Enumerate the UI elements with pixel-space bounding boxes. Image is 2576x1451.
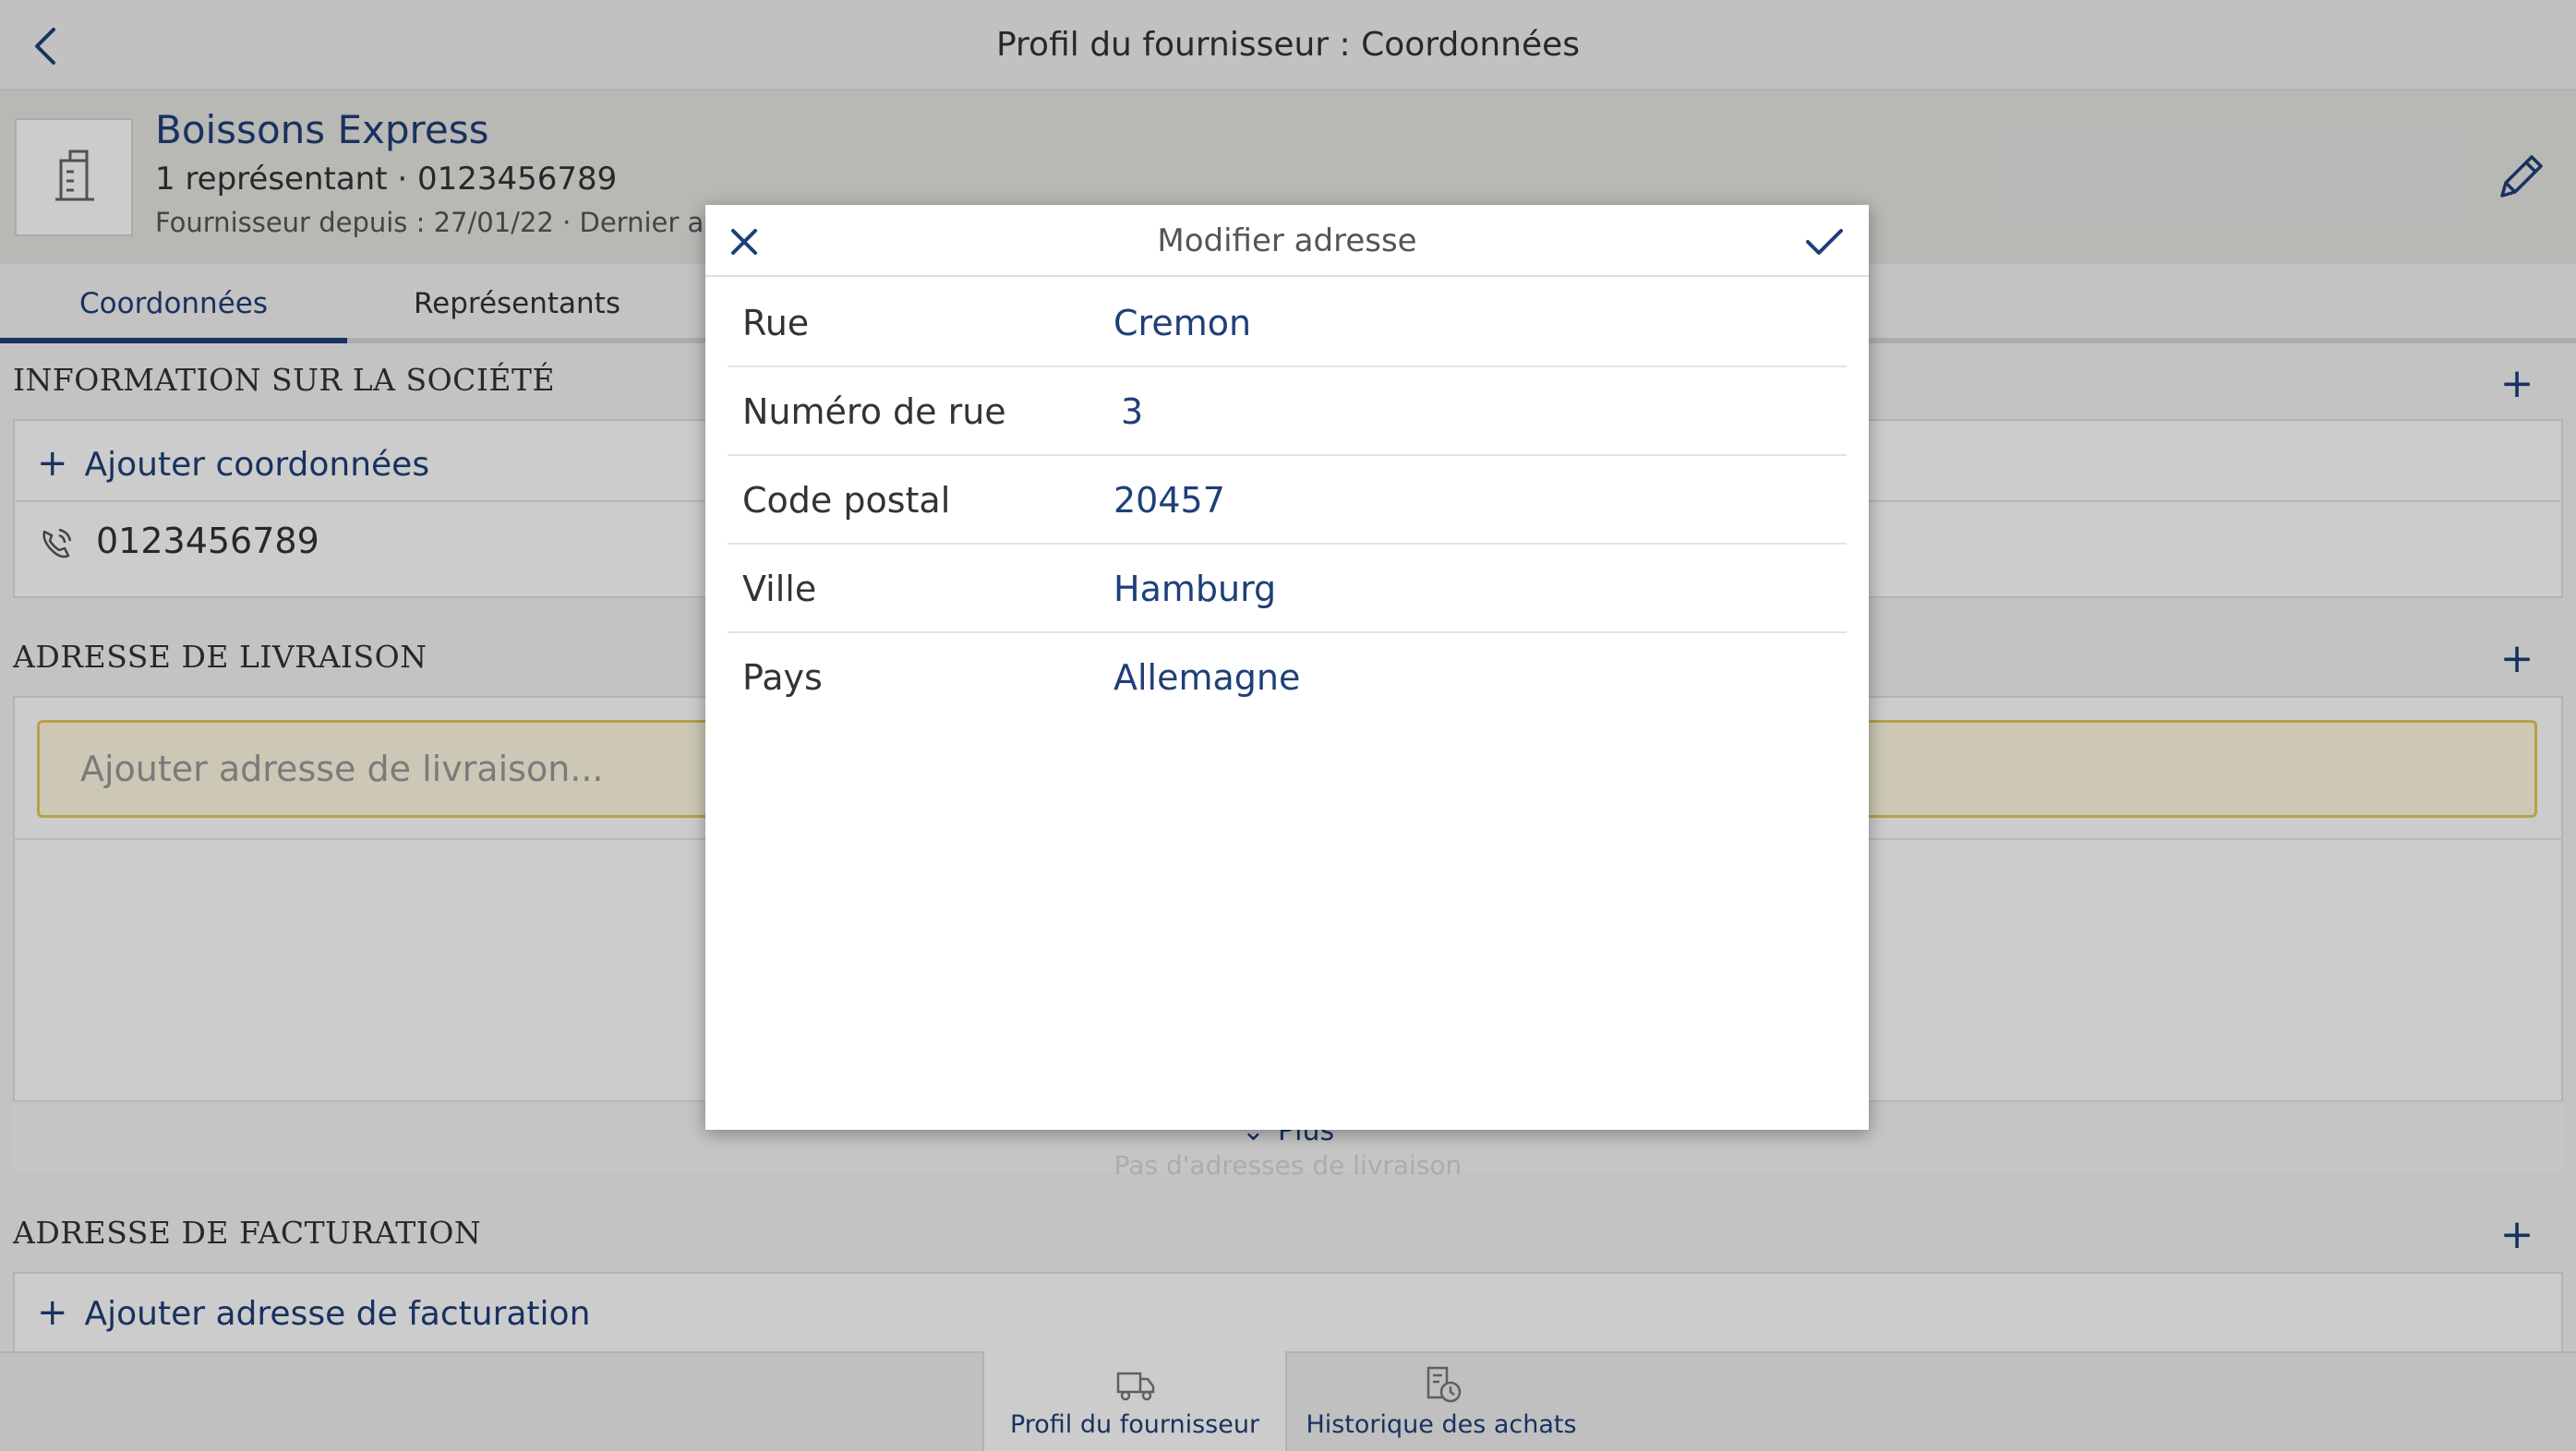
- field-label: Pays: [742, 657, 823, 698]
- field-row-street-number[interactable]: Numéro de rue 3: [728, 367, 1847, 456]
- street-number-input[interactable]: 3: [1121, 367, 1143, 456]
- field-label: Rue: [742, 303, 810, 343]
- field-label: Ville: [742, 569, 817, 609]
- field-row-postal-code[interactable]: Code postal 20457: [728, 456, 1847, 545]
- dialog-close-button[interactable]: [724, 222, 764, 262]
- street-input[interactable]: Cremon: [1113, 279, 1251, 367]
- dialog-title: Modifier adresse: [1157, 222, 1417, 259]
- city-input[interactable]: Hamburg: [1113, 545, 1276, 633]
- field-row-country[interactable]: Pays Allemagne: [728, 633, 1847, 722]
- country-select[interactable]: Allemagne: [1113, 633, 1300, 722]
- checkmark-icon: [1806, 229, 1843, 255]
- field-row-city[interactable]: Ville Hamburg: [728, 545, 1847, 633]
- close-icon: [731, 229, 757, 255]
- edit-address-dialog: Modifier adresse Rue Cremon Numéro de ru…: [705, 205, 1869, 1130]
- field-label: Code postal: [742, 480, 951, 521]
- dialog-confirm-button[interactable]: [1802, 222, 1847, 262]
- field-label: Numéro de rue: [742, 391, 1006, 432]
- postal-code-input[interactable]: 20457: [1113, 456, 1225, 545]
- field-row-street[interactable]: Rue Cremon: [728, 279, 1847, 367]
